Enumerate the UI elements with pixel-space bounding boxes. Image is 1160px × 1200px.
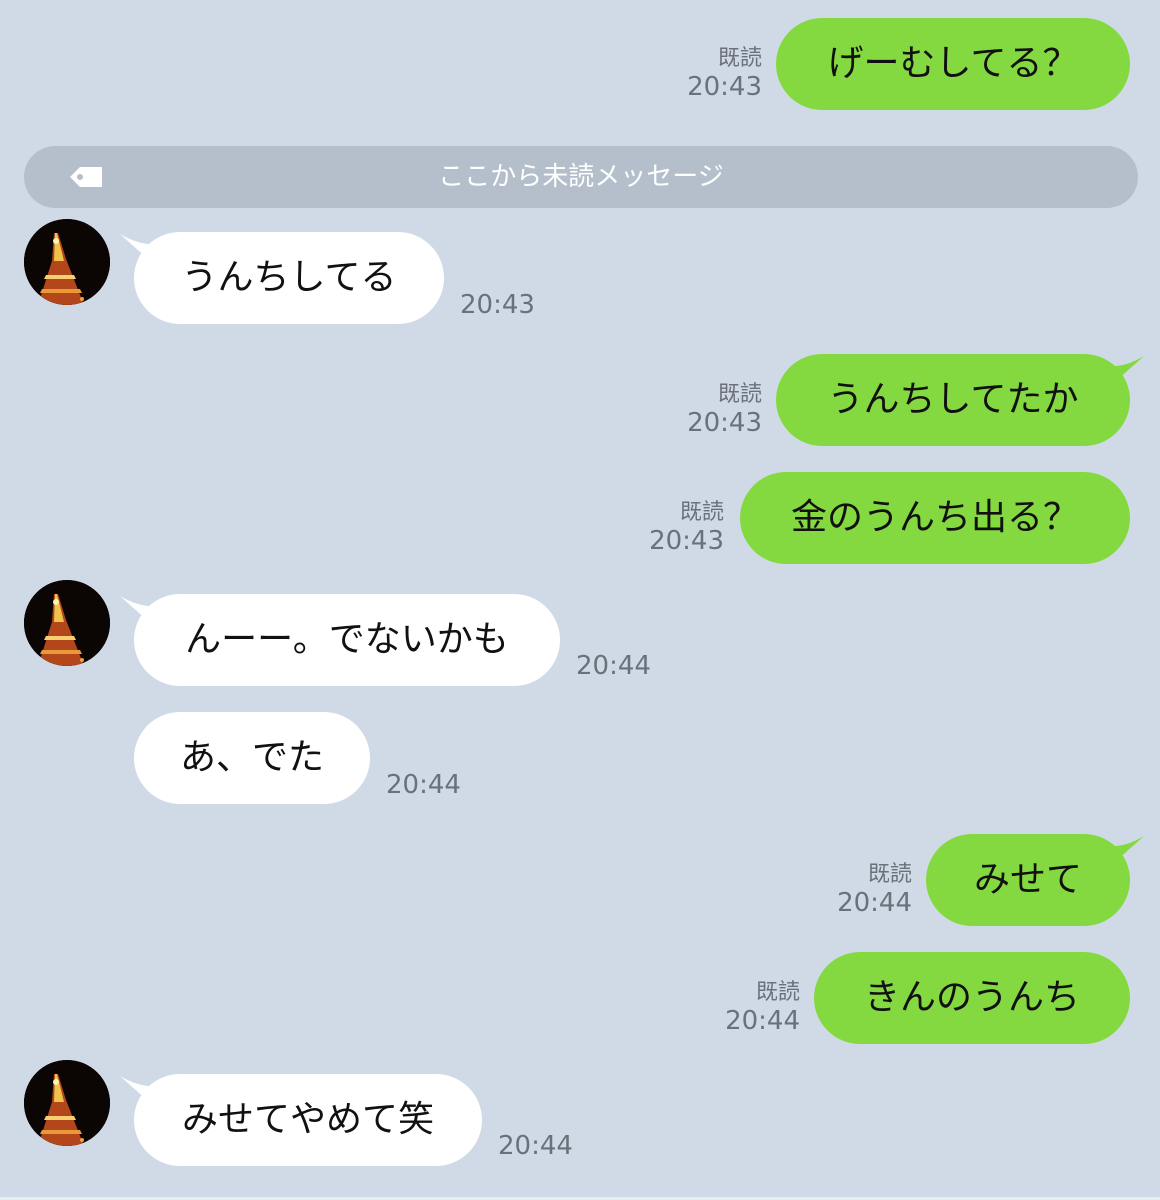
message-text: うんちしてたか [827, 379, 1079, 420]
avatar-photo [24, 219, 110, 305]
sent-message-bubble[interactable]: 金のうんち出る？ [740, 472, 1130, 564]
message-meta: 既読 20:44 [837, 862, 912, 918]
received-message-bubble[interactable]: うんちしてる [134, 232, 444, 324]
message-time: 20:44 [386, 770, 461, 800]
message-text: みせてやめて笑 [181, 1099, 434, 1140]
sent-message-bubble[interactable]: げーむしてる？ [776, 18, 1130, 110]
received-message-bubble[interactable]: あ、でた [134, 712, 370, 804]
message-time: 20:43 [687, 72, 762, 102]
unread-divider-label: ここから未読メッセージ [438, 162, 724, 192]
read-receipt: 既読 [755, 980, 800, 1005]
message-text: あ、でた [179, 737, 324, 778]
message-text: げーむしてる？ [827, 43, 1079, 84]
avatar[interactable] [24, 1060, 110, 1146]
message-time: 20:44 [498, 1131, 573, 1161]
sent-message-bubble[interactable]: きんのうんち [814, 952, 1130, 1044]
unread-divider: ここから未読メッセージ [24, 146, 1138, 208]
sent-message-bubble[interactable]: うんちしてたか [776, 354, 1130, 446]
sent-message-bubble[interactable]: みせて [926, 834, 1130, 926]
received-message-bubble[interactable]: みせてやめて笑 [134, 1074, 482, 1166]
avatar[interactable] [24, 219, 110, 305]
message-text: きんのうんち [863, 977, 1080, 1018]
message-time: 20:44 [576, 651, 651, 681]
message-text: うんちしてる [181, 257, 397, 298]
message-meta: 既読 20:43 [649, 500, 724, 556]
read-receipt: 既読 [717, 382, 762, 407]
message-text: みせて [973, 859, 1082, 900]
message-text: んーー。でないかも [185, 619, 509, 660]
message-meta: 既読 20:43 [687, 46, 762, 102]
read-receipt: 既読 [867, 862, 912, 887]
message-time: 20:43 [649, 526, 724, 556]
message-time: 20:43 [687, 408, 762, 438]
message-meta: 既読 20:43 [687, 382, 762, 438]
read-receipt: 既読 [717, 46, 762, 71]
message-time: 20:44 [725, 1006, 800, 1036]
received-message-bubble[interactable]: んーー。でないかも [134, 594, 560, 686]
message-text: 金のうんち出る？ [790, 497, 1079, 538]
avatar-photo [24, 580, 110, 666]
message-meta: 既読 20:44 [725, 980, 800, 1036]
message-time: 20:44 [837, 888, 912, 918]
read-receipt: 既読 [679, 500, 724, 525]
avatar[interactable] [24, 580, 110, 666]
avatar-photo [24, 1060, 110, 1146]
message-time: 20:43 [460, 290, 535, 320]
